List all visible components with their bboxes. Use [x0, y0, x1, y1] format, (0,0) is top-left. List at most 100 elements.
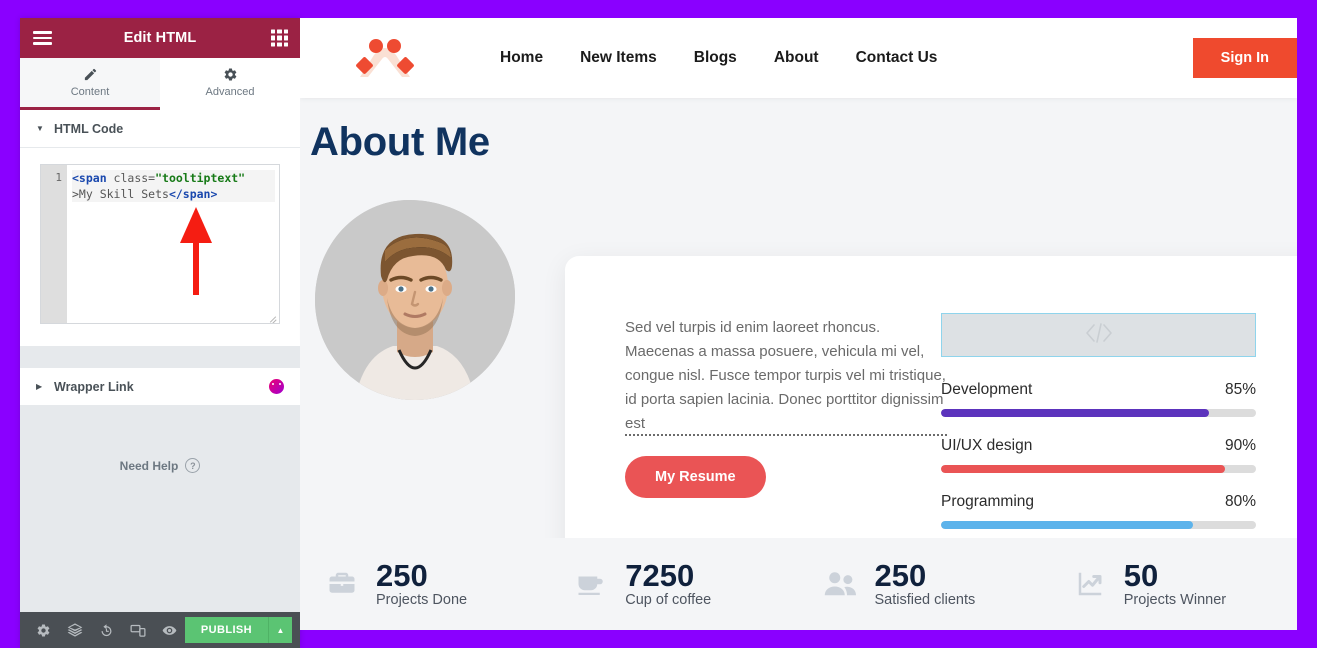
panel-footer: PUBLISH ▲: [20, 612, 300, 648]
about-section: About Me Sed vel turpis id enim laoreet …: [300, 98, 1297, 601]
tab-content[interactable]: Content: [20, 58, 160, 110]
section-html-code-label: HTML Code: [54, 121, 124, 136]
skills-column: Development 85% UI/UX design 90% Program…: [941, 313, 1256, 545]
code-token-text: >My Skill Sets: [72, 187, 169, 201]
nav-item-blogs[interactable]: Blogs: [694, 49, 737, 67]
stat-item: 50 Projects Winner: [1048, 557, 1297, 609]
about-paragraph: Sed vel turpis id enim laoreet rhoncus. …: [625, 319, 946, 432]
site-nav: Home New Items Blogs About Contact Us: [500, 49, 937, 67]
stat-label: Satisfied clients: [874, 592, 976, 609]
skill-header: UI/UX design 90%: [941, 437, 1256, 455]
preview-canvas: Home New Items Blogs About Contact Us Si…: [300, 18, 1297, 630]
panel-body: ▼ HTML Code 1 <span class="tooltiptext" >…: [20, 110, 300, 612]
stat-number: 250: [874, 557, 927, 593]
text-widget-selection-underline: [625, 434, 947, 436]
publish-group: PUBLISH ▲: [184, 617, 292, 643]
hamburger-icon[interactable]: [33, 31, 52, 45]
resize-grip-icon[interactable]: [268, 313, 277, 323]
tab-advanced[interactable]: Advanced: [160, 58, 300, 110]
html-widget-placeholder[interactable]: [941, 313, 1256, 357]
stat-label: Projects Done: [376, 592, 468, 609]
skill-header: Programming 80%: [941, 493, 1256, 511]
skill-name: Programming: [941, 493, 1035, 510]
panel-header: Edit HTML: [20, 18, 300, 58]
code-editor[interactable]: 1 <span class="tooltiptext" >My Skill Set…: [40, 164, 280, 324]
skill-percent: 80%: [1224, 493, 1256, 510]
publish-options-chevron-up-icon[interactable]: ▲: [268, 617, 292, 643]
responsive-mode-icon[interactable]: [122, 612, 153, 648]
skill-progress-bar: [941, 521, 1256, 529]
chart-line-up-icon: [1070, 564, 1110, 604]
publish-button[interactable]: PUBLISH: [184, 617, 268, 643]
chevron-down-icon: ▼: [36, 123, 44, 133]
page-title: About Me: [310, 120, 490, 164]
avatar: [315, 200, 515, 400]
pencil-icon: [83, 67, 98, 82]
tab-content-label: Content: [70, 86, 110, 98]
code-token-tag-close: </span>: [168, 187, 218, 201]
preview-eye-icon[interactable]: [154, 612, 185, 648]
brand-logo-icon[interactable]: [354, 35, 416, 81]
nav-item-contact-us[interactable]: Contact Us: [856, 49, 938, 67]
code-token-attr: class=: [106, 171, 156, 185]
skill-progress-bar: [941, 409, 1256, 417]
panel-spacer: [20, 346, 300, 368]
profile-photo: [315, 200, 515, 400]
need-help-label: Need Help: [119, 458, 179, 473]
panel-title: Edit HTML: [123, 30, 197, 46]
stat-label: Projects Winner: [1123, 592, 1227, 609]
nav-item-new-items[interactable]: New Items: [580, 49, 657, 67]
html-code-field: 1 <span class="tooltiptext" >My Skill Set…: [20, 148, 300, 346]
my-resume-button[interactable]: My Resume: [625, 456, 766, 498]
stat-number: 250: [376, 557, 428, 593]
section-html-code[interactable]: ▼ HTML Code: [20, 110, 300, 148]
skill-item: UI/UX design 90%: [941, 437, 1256, 473]
gear-icon: [223, 67, 238, 82]
history-icon[interactable]: [91, 612, 122, 648]
stat-item: 7250 Cup of coffee: [549, 557, 798, 609]
code-gutter: 1: [41, 165, 67, 323]
skill-percent: 85%: [1224, 381, 1256, 398]
nav-item-about[interactable]: About: [774, 49, 819, 67]
skill-percent: 90%: [1224, 437, 1256, 454]
section-wrapper-link-label: Wrapper Link: [54, 379, 134, 394]
skill-name: Development: [941, 381, 1033, 398]
skill-item: Development 85%: [941, 381, 1256, 417]
elementor-editor-panel: Edit HTML Content Advanced ▼ HTML Code 1…: [20, 18, 300, 648]
need-help-link[interactable]: Need Help ?: [20, 458, 300, 473]
code-content[interactable]: <span class="tooltiptext" >My Skill Sets<…: [67, 165, 279, 323]
skill-progress-fill: [941, 465, 1225, 473]
users-icon: [821, 564, 861, 604]
navigator-layers-icon[interactable]: [59, 612, 90, 648]
panel-tabs: Content Advanced: [20, 58, 300, 110]
stat-text: 250 Projects Done: [376, 557, 468, 609]
stat-number: 7250: [625, 557, 695, 593]
sign-in-button[interactable]: Sign In: [1192, 38, 1297, 78]
code-token-tag-open: <span: [72, 171, 107, 185]
settings-gear-icon[interactable]: [28, 612, 59, 648]
stat-item: 250 Satisfied clients: [799, 557, 1048, 609]
stats-bar: 250 Projects Done 7250 Cup of coffee 250…: [300, 538, 1297, 630]
section-wrapper-link[interactable]: ▶ Wrapper Link: [20, 368, 300, 406]
stat-text: 7250 Cup of coffee: [625, 557, 712, 609]
stat-text: 50 Projects Winner: [1123, 557, 1227, 609]
site-header: Home New Items Blogs About Contact Us Si…: [300, 18, 1297, 98]
code-token-attr-value: "tooltiptext": [155, 171, 246, 185]
apps-grid-icon[interactable]: [271, 29, 288, 47]
stat-text: 250 Satisfied clients: [874, 557, 976, 609]
coffee-cup-icon: [571, 564, 611, 604]
dynamic-tags-icon[interactable]: [269, 379, 284, 394]
skill-progress-bar: [941, 465, 1256, 473]
screen-root: Edit HTML Content Advanced ▼ HTML Code 1…: [0, 0, 1317, 648]
code-brackets-icon: [1084, 322, 1114, 349]
skill-progress-fill: [941, 521, 1193, 529]
chevron-right-icon: ▶: [36, 381, 43, 391]
nav-item-home[interactable]: Home: [500, 49, 543, 67]
stat-item: 250 Projects Done: [300, 557, 549, 609]
stat-number: 50: [1123, 557, 1159, 593]
stat-label: Cup of coffee: [625, 592, 712, 609]
code-line-1: <span class="tooltiptext" >My Skill Sets<…: [72, 170, 275, 202]
briefcase-icon: [322, 564, 362, 604]
skill-name: UI/UX design: [941, 437, 1033, 454]
annotation-arrow-icon: [180, 207, 212, 295]
